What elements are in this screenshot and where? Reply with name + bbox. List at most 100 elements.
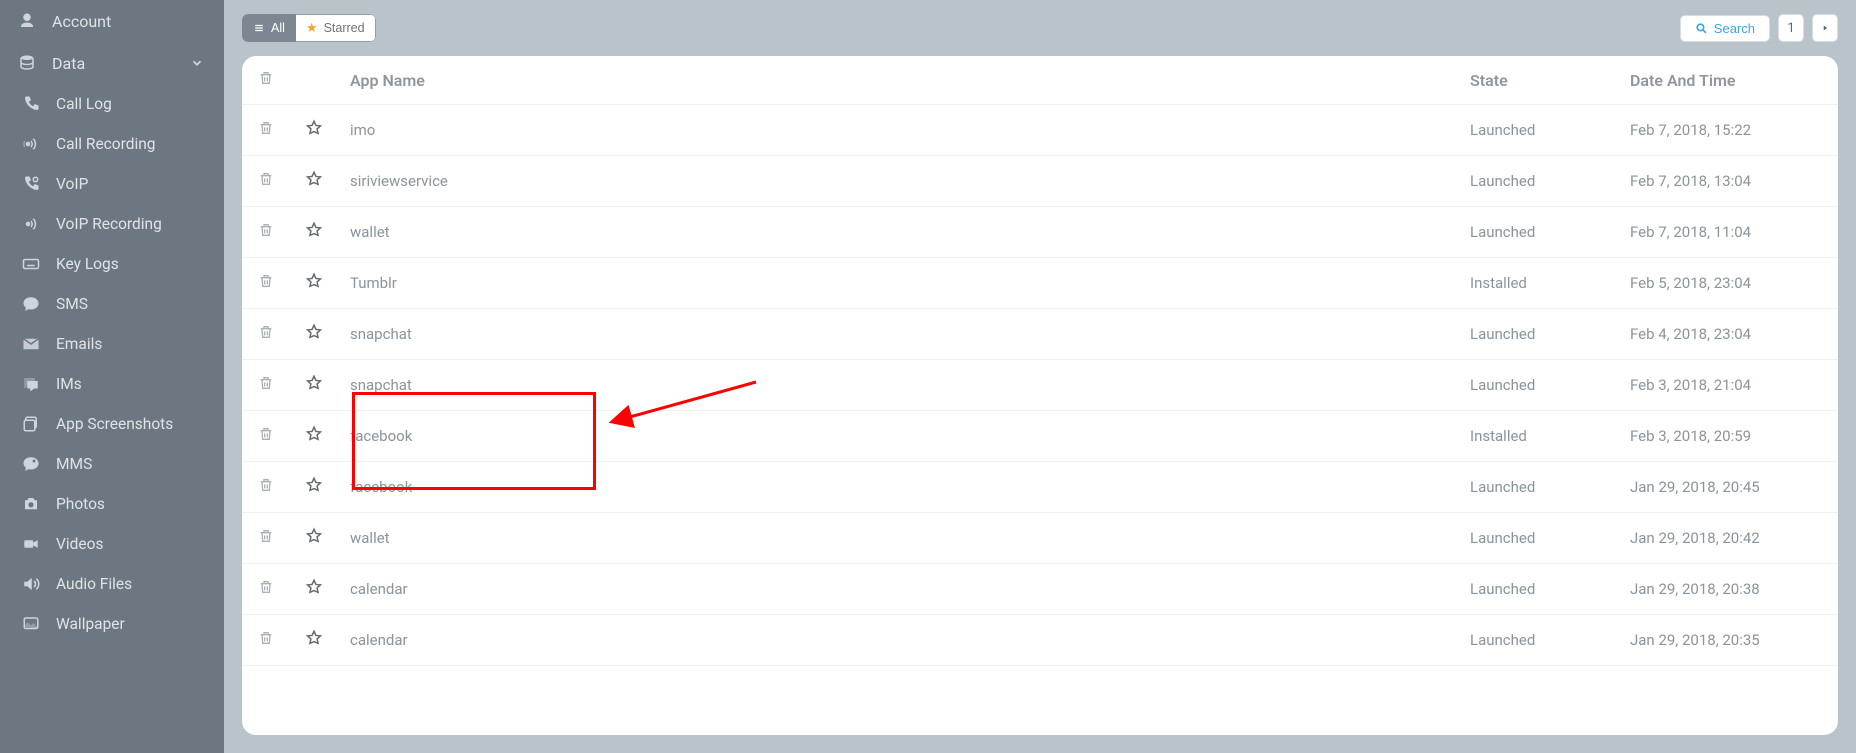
cell-date: Feb 7, 2018, 13:04 bbox=[1618, 156, 1838, 207]
mms-icon bbox=[20, 453, 42, 475]
cell-state: Launched bbox=[1458, 360, 1618, 411]
sidebar-item-voip[interactable]: VoIP bbox=[0, 164, 224, 204]
star-row-button[interactable] bbox=[305, 221, 323, 239]
sidebar-item-label: Audio Files bbox=[56, 575, 132, 593]
camera-icon bbox=[20, 493, 42, 515]
sidebar-item-label: IMs bbox=[56, 375, 82, 393]
sidebar-item-ims[interactable]: IMs bbox=[0, 364, 224, 404]
cell-state: Launched bbox=[1458, 105, 1618, 156]
cell-app-name: wallet bbox=[338, 513, 1458, 564]
sidebar-item-wallpaper[interactable]: Wallpaper bbox=[0, 604, 224, 644]
cell-state: Launched bbox=[1458, 513, 1618, 564]
header-state[interactable]: State bbox=[1458, 56, 1618, 105]
sidebar-data[interactable]: Data bbox=[0, 42, 224, 84]
cell-date: Jan 29, 2018, 20:45 bbox=[1618, 462, 1838, 513]
page-number[interactable]: 1 bbox=[1778, 14, 1804, 42]
delete-row-button[interactable] bbox=[258, 273, 274, 289]
cell-app-name: facebook bbox=[338, 462, 1458, 513]
cell-date: Feb 3, 2018, 21:04 bbox=[1618, 360, 1838, 411]
list-icon bbox=[253, 23, 265, 33]
delete-row-button[interactable] bbox=[258, 171, 274, 187]
sidebar-item-app-screenshots[interactable]: App Screenshots bbox=[0, 404, 224, 444]
trash-icon bbox=[258, 70, 274, 86]
star-row-button[interactable] bbox=[305, 374, 323, 392]
next-page-button[interactable] bbox=[1812, 14, 1838, 42]
sidebar-item-key-logs[interactable]: Key Logs bbox=[0, 244, 224, 284]
cell-app-name: imo bbox=[338, 105, 1458, 156]
phone-icon bbox=[20, 93, 42, 115]
sidebar-item-label: VoIP Recording bbox=[56, 215, 162, 233]
sidebar-item-photos[interactable]: Photos bbox=[0, 484, 224, 524]
sidebar-item-videos[interactable]: Videos bbox=[0, 524, 224, 564]
delete-row-button[interactable] bbox=[258, 324, 274, 340]
sidebar-item-call-recording[interactable]: Call Recording bbox=[0, 124, 224, 164]
database-icon bbox=[16, 52, 38, 74]
table-row[interactable]: facebookInstalledFeb 3, 2018, 20:59 bbox=[242, 411, 1838, 462]
cell-app-name: wallet bbox=[338, 207, 1458, 258]
delete-row-button[interactable] bbox=[258, 630, 274, 646]
star-row-button[interactable] bbox=[305, 425, 323, 443]
cell-state: Launched bbox=[1458, 207, 1618, 258]
delete-row-button[interactable] bbox=[258, 222, 274, 238]
table-row[interactable]: snapchatLaunchedFeb 3, 2018, 21:04 bbox=[242, 360, 1838, 411]
table-row[interactable]: walletLaunchedFeb 7, 2018, 11:04 bbox=[242, 207, 1838, 258]
table-row[interactable]: calendarLaunchedJan 29, 2018, 20:35 bbox=[242, 615, 1838, 666]
star-row-button[interactable] bbox=[305, 119, 323, 137]
sidebar-account[interactable]: Account bbox=[0, 0, 224, 42]
header-name[interactable]: App Name bbox=[338, 56, 1458, 105]
star-row-button[interactable] bbox=[305, 578, 323, 596]
table-row[interactable]: facebookLaunchedJan 29, 2018, 20:45 bbox=[242, 462, 1838, 513]
cell-app-name: Tumblr bbox=[338, 258, 1458, 309]
star-icon: ★ bbox=[306, 20, 318, 36]
star-row-button[interactable] bbox=[305, 476, 323, 494]
star-row-button[interactable] bbox=[305, 527, 323, 545]
cell-date: Feb 5, 2018, 23:04 bbox=[1618, 258, 1838, 309]
star-row-button[interactable] bbox=[305, 272, 323, 290]
table-row[interactable]: walletLaunchedJan 29, 2018, 20:42 bbox=[242, 513, 1838, 564]
user-icon bbox=[16, 10, 38, 32]
sidebar-item-label: MMS bbox=[56, 455, 92, 473]
header-delete[interactable] bbox=[242, 56, 290, 105]
cell-state: Launched bbox=[1458, 462, 1618, 513]
delete-row-button[interactable] bbox=[258, 120, 274, 136]
sidebar-item-voip-recording[interactable]: VoIP Recording bbox=[0, 204, 224, 244]
header-date[interactable]: Date And Time bbox=[1618, 56, 1838, 105]
sidebar-account-label: Account bbox=[52, 12, 208, 31]
sidebar-item-audio-files[interactable]: Audio Files bbox=[0, 564, 224, 604]
sidebar-item-label: App Screenshots bbox=[56, 415, 173, 433]
sidebar-item-call-log[interactable]: Call Log bbox=[0, 84, 224, 124]
voip-icon bbox=[20, 173, 42, 195]
table-row[interactable]: calendarLaunchedJan 29, 2018, 20:38 bbox=[242, 564, 1838, 615]
table-row[interactable]: TumblrInstalledFeb 5, 2018, 23:04 bbox=[242, 258, 1838, 309]
sidebar-item-mms[interactable]: MMS bbox=[0, 444, 224, 484]
search-button[interactable]: Search bbox=[1680, 15, 1770, 42]
cell-state: Installed bbox=[1458, 258, 1618, 309]
delete-row-button[interactable] bbox=[258, 426, 274, 442]
cell-date: Jan 29, 2018, 20:38 bbox=[1618, 564, 1838, 615]
delete-row-button[interactable] bbox=[258, 477, 274, 493]
cell-state: Launched bbox=[1458, 309, 1618, 360]
table-row[interactable]: snapchatLaunchedFeb 4, 2018, 23:04 bbox=[242, 309, 1838, 360]
delete-row-button[interactable] bbox=[258, 579, 274, 595]
cell-date: Feb 7, 2018, 11:04 bbox=[1618, 207, 1838, 258]
table-row[interactable]: imoLaunchedFeb 7, 2018, 15:22 bbox=[242, 105, 1838, 156]
star-row-button[interactable] bbox=[305, 170, 323, 188]
delete-row-button[interactable] bbox=[258, 528, 274, 544]
wallpaper-icon bbox=[20, 613, 42, 635]
keyboard-icon bbox=[20, 253, 42, 275]
filter-starred-button[interactable]: ★ Starred bbox=[296, 14, 376, 42]
cell-app-name: facebook bbox=[338, 411, 1458, 462]
filter-all-button[interactable]: All bbox=[242, 14, 296, 42]
voip-rec-icon bbox=[20, 213, 42, 235]
table-row[interactable]: siriviewserviceLaunchedFeb 7, 2018, 13:0… bbox=[242, 156, 1838, 207]
sidebar-item-label: Call Recording bbox=[56, 135, 156, 153]
cell-state: Launched bbox=[1458, 156, 1618, 207]
sidebar-item-sms[interactable]: SMS bbox=[0, 284, 224, 324]
star-row-button[interactable] bbox=[305, 629, 323, 647]
sidebar-item-label: Key Logs bbox=[56, 255, 119, 273]
delete-row-button[interactable] bbox=[258, 375, 274, 391]
sidebar-item-emails[interactable]: Emails bbox=[0, 324, 224, 364]
cell-state: Launched bbox=[1458, 564, 1618, 615]
filter-starred-label: Starred bbox=[324, 21, 365, 35]
star-row-button[interactable] bbox=[305, 323, 323, 341]
